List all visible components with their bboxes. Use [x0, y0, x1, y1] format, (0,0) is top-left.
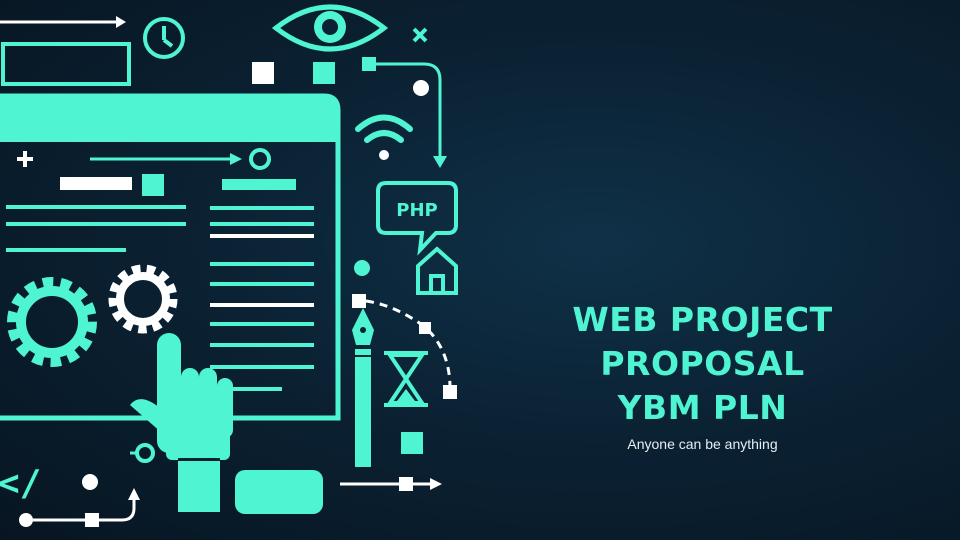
white-bar	[60, 177, 132, 190]
accent-dot	[354, 260, 370, 276]
left-text-lines	[6, 205, 186, 252]
wifi-icon	[355, 114, 413, 160]
top-arrow-icon	[0, 16, 126, 28]
code-symbol-icon: </	[0, 463, 41, 504]
accent-small-square	[142, 174, 164, 196]
hourglass-icon	[384, 351, 428, 407]
eye-icon	[271, 4, 389, 52]
white-dot	[413, 80, 429, 96]
bottom-arrow-icon	[340, 477, 442, 491]
flow-connector-icon	[362, 57, 447, 168]
slide-subtitle: Anyone can be anything	[627, 436, 778, 452]
pointing-hand-icon	[130, 333, 233, 512]
slide-title-line-3: YBM PLN	[617, 388, 788, 427]
bottom-accent-square	[401, 432, 423, 454]
accent-bar	[222, 179, 296, 190]
php-label: PHP	[396, 200, 437, 221]
slide-title-line-2: PROPOSAL	[600, 344, 805, 383]
large-gear-icon	[7, 277, 97, 367]
white-square	[252, 62, 274, 84]
rounded-block	[235, 470, 323, 514]
inner-arrow-icon	[90, 148, 271, 170]
inner-circle-icon	[130, 443, 155, 463]
title-block: WEB PROJECT PROPOSAL YBM PLN Anyone can …	[560, 298, 845, 452]
close-x-icon	[412, 27, 428, 43]
php-speech-bubble: PHP	[376, 181, 458, 256]
outline-rectangle	[1, 42, 131, 86]
accent-square	[313, 62, 335, 84]
home-icon	[416, 246, 458, 295]
web-development-illustration: PHP </	[0, 4, 458, 527]
clock-icon	[143, 17, 185, 59]
right-text-lines	[210, 206, 314, 391]
small-gear-icon	[108, 264, 178, 334]
slide-title-line-1: WEB PROJECT	[572, 300, 833, 339]
white-dot-small	[82, 474, 98, 490]
plus-icon	[17, 151, 33, 167]
pen-tool-icon	[352, 308, 374, 467]
